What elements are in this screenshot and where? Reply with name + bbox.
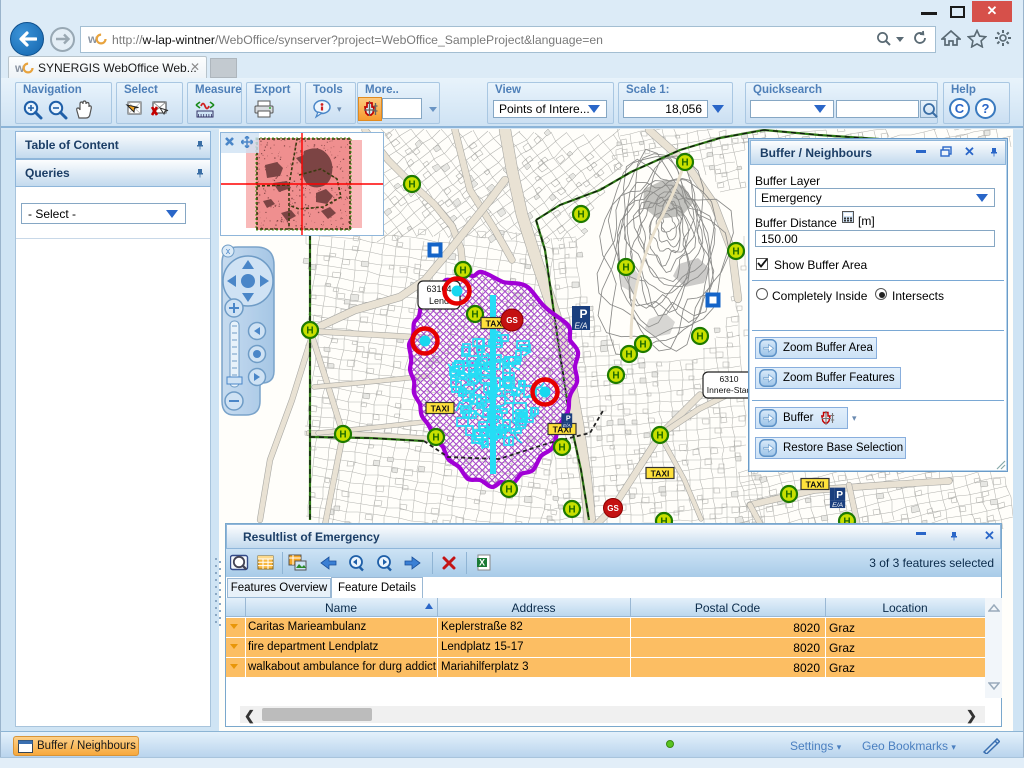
svg-text:H: H bbox=[558, 443, 565, 454]
svg-text:H: H bbox=[459, 266, 466, 277]
svg-text:H: H bbox=[568, 505, 575, 516]
svg-text:TAXI: TAXI bbox=[651, 469, 670, 479]
svg-text:E/A: E/A bbox=[575, 322, 588, 331]
svg-text:X: X bbox=[479, 558, 485, 568]
svg-text:H: H bbox=[612, 371, 619, 382]
svg-text:H: H bbox=[639, 340, 646, 351]
svg-text:P: P bbox=[579, 307, 587, 321]
svg-text:H: H bbox=[656, 431, 663, 442]
svg-text:H: H bbox=[681, 158, 688, 169]
svg-text:E/A: E/A bbox=[832, 502, 843, 509]
svg-text:P: P bbox=[566, 414, 571, 423]
svg-text:H: H bbox=[732, 247, 739, 258]
svg-text:6310: 6310 bbox=[720, 374, 739, 384]
svg-text:Innere-Stad: Innere-Stad bbox=[707, 385, 752, 395]
svg-text:H: H bbox=[622, 263, 629, 274]
svg-text:P: P bbox=[836, 490, 843, 501]
svg-text:H: H bbox=[408, 180, 415, 191]
svg-text:H: H bbox=[696, 332, 703, 343]
svg-text:TAXI: TAXI bbox=[806, 480, 825, 490]
svg-text:H: H bbox=[471, 310, 478, 321]
svg-text:x: x bbox=[226, 246, 231, 256]
svg-text:H: H bbox=[785, 490, 792, 501]
svg-text:GS: GS bbox=[506, 316, 518, 325]
svg-text:H: H bbox=[432, 433, 439, 444]
svg-text:TAXI: TAXI bbox=[431, 404, 450, 414]
svg-text:H: H bbox=[625, 350, 632, 361]
svg-text:H: H bbox=[505, 485, 512, 496]
svg-text:H: H bbox=[577, 210, 584, 221]
svg-text:H: H bbox=[306, 326, 313, 337]
svg-text:H: H bbox=[339, 430, 346, 441]
svg-text:E/A: E/A bbox=[563, 423, 571, 429]
svg-text:GS: GS bbox=[607, 504, 619, 513]
